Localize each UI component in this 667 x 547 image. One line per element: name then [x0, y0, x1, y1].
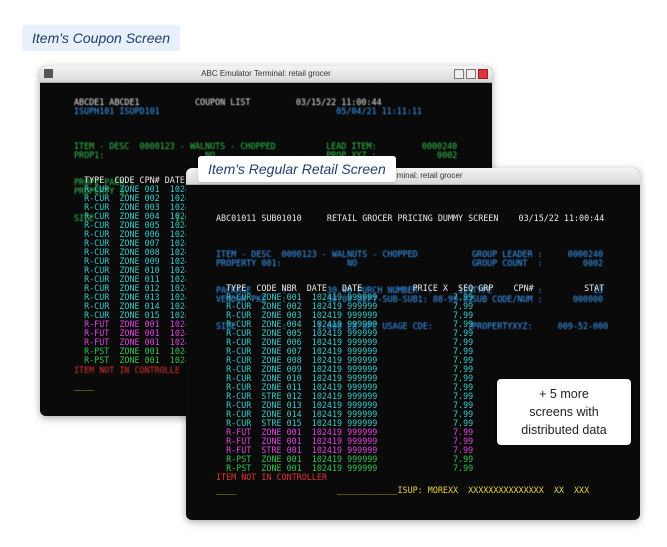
coupon-window-titlebar[interactable]: ABC Emulator Terminal: retail grocer [40, 66, 492, 83]
regular-header: ABC01011 SUB01010 RETAIL GROCER PRICING … [216, 213, 605, 223]
coupon-screen-label: Item's Coupon Screen [22, 25, 181, 51]
coupon-rows: R-CUR ZONE 001 1024 R-CUR ZONE 002 1024 … [74, 185, 190, 365]
regular-rows: R-CUR ZONE 001 102419 999999 7.99 R-CUR … [216, 293, 473, 473]
regular-screen-label: Item's Regular Retail Screen [198, 156, 396, 182]
coupon-subheader: ISUPH101 ISUPD101 05/04/21 11:11:11 [74, 106, 422, 116]
regular-footer-message: ITEM NOT IN CONTROLLER [216, 472, 327, 482]
regular-command-line[interactable]: ____ ____________ISUP: MOREXX XXXXXXXXXX… [216, 486, 589, 495]
close-icon[interactable] [478, 69, 488, 79]
coupon-input-line[interactable]: ____ [74, 382, 94, 391]
maximize-icon[interactable] [466, 69, 476, 79]
coupon-footer-message: ITEM NOT IN CONTROLLE [74, 365, 180, 375]
coupon-window-title: ABC Emulator Terminal: retail grocer [201, 69, 331, 78]
coupon-table-row: R-PST ZONE 001 1024 [74, 355, 190, 365]
minimize-icon[interactable] [454, 69, 464, 79]
terminal-app-icon [44, 69, 53, 78]
window-controls[interactable] [454, 69, 488, 79]
regular-retail-terminal-window[interactable]: ulator Terminal: retail grocer ABC01011 … [186, 168, 640, 520]
more-screens-callout: + 5 more screens with distributed data [497, 379, 631, 445]
